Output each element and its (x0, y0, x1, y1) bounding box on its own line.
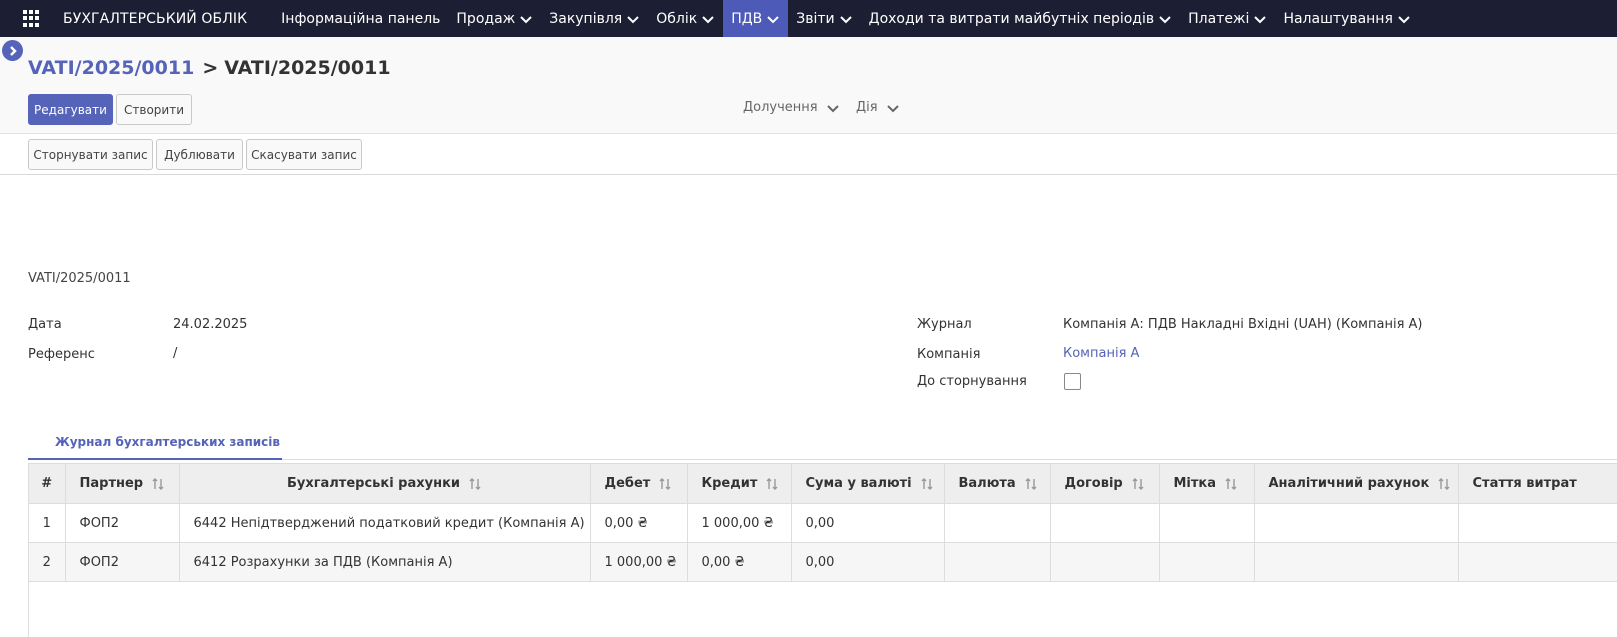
chevron-down-icon (1254, 15, 1267, 23)
cell-currency[interactable] (944, 503, 1051, 543)
cell-number: 2 (29, 542, 66, 582)
column-header-number: # (29, 463, 66, 504)
date-label: Дата (28, 317, 62, 332)
chevron-down-icon (627, 15, 639, 23)
table-row[interactable]: 2 ФОП2 6412 Розрахунки за ПДВ (Компанія … (29, 542, 1617, 582)
duplicate-button[interactable]: Дублювати (156, 139, 243, 170)
company-label: Компанія (917, 347, 981, 362)
cancel-entry-button[interactable]: Скасувати запис (246, 139, 362, 170)
cell-debit[interactable]: 0,00 ₴ (590, 503, 688, 543)
sort-icon (1025, 477, 1037, 490)
create-button[interactable]: Створити (116, 94, 192, 125)
breadcrumb-current: VATI/2025/0011 (224, 57, 391, 79)
sort-icon (766, 477, 778, 490)
column-header-label[interactable]: Мітка (1159, 463, 1255, 504)
action-dropdown[interactable]: Дія (856, 100, 900, 115)
chevron-down-icon (1159, 15, 1171, 23)
edit-button[interactable]: Редагувати (28, 94, 113, 125)
sort-icon (152, 477, 164, 490)
to-reverse-checkbox[interactable] (1064, 373, 1081, 390)
cell-analytic-account[interactable] (1254, 503, 1459, 543)
cell-analytic-account[interactable] (1254, 542, 1459, 582)
column-header-analytic-account[interactable]: Аналітичний рахунок (1254, 463, 1459, 504)
cell-contract[interactable] (1050, 542, 1160, 582)
cell-credit[interactable]: 0,00 ₴ (687, 542, 792, 582)
table-header-row: # Партнер Бухгалтерські рахунки Дебет Кр… (29, 463, 1617, 504)
cell-account[interactable]: 6442 Непідтверджений податковий кредит (… (179, 503, 591, 543)
company-link[interactable]: Компанія А (1063, 346, 1139, 361)
column-header-debit[interactable]: Дебет (590, 463, 688, 504)
table-row[interactable]: 1 ФОП2 6442 Непідтверджений податковий к… (29, 503, 1617, 543)
chevron-down-icon (1398, 15, 1410, 23)
menu-item-sales[interactable]: Продаж (448, 0, 541, 37)
control-panel (0, 37, 1617, 134)
cell-expense-item[interactable] (1458, 542, 1617, 582)
menu-item-settings[interactable]: Налаштування (1275, 0, 1418, 37)
column-header-accounts[interactable]: Бухгалтерські рахунки (179, 463, 591, 504)
column-header-partner[interactable]: Партнер (65, 463, 180, 504)
entry-reference-title: VATI/2025/0011 (28, 271, 131, 286)
breadcrumb-parent-link[interactable]: VATI/2025/0011 (28, 57, 194, 79)
column-header-contract[interactable]: Договір (1050, 463, 1160, 504)
tab-journal-items[interactable]: Журнал бухгалтерських записів (28, 425, 282, 460)
menu-item-payments[interactable]: Платежі (1180, 0, 1275, 37)
cell-label[interactable] (1159, 542, 1255, 582)
sort-icon (1132, 477, 1144, 490)
cell-amount-currency[interactable]: 0,00 (791, 542, 945, 582)
chevron-down-icon (702, 15, 714, 23)
sort-icon (469, 477, 481, 490)
column-header-credit[interactable]: Кредит (687, 463, 792, 504)
column-header-currency[interactable]: Валюта (944, 463, 1051, 504)
journal-label: Журнал (917, 317, 972, 332)
main-menu: Інформаційна панель Продаж Закупівля Обл… (273, 0, 1419, 37)
sort-icon (1438, 477, 1450, 490)
reverse-entry-button[interactable]: Сторнувати запис (28, 139, 153, 170)
cell-currency[interactable] (944, 542, 1051, 582)
reference-value[interactable]: / (173, 346, 177, 361)
chevron-down-icon (839, 15, 852, 23)
sidebar-toggle-icon[interactable] (2, 40, 23, 61)
column-header-expense-item[interactable]: Стаття витрат (1458, 463, 1617, 504)
to-reverse-label: До сторнування (917, 374, 1027, 389)
menu-item-deferred[interactable]: Доходи та витрати майбутніх періодів (861, 0, 1180, 37)
column-header-amount-currency[interactable]: Сума у валюті (791, 463, 945, 504)
sort-icon (659, 477, 671, 490)
attachments-dropdown[interactable]: Долучення (743, 100, 840, 115)
sort-icon (1225, 477, 1237, 490)
date-value[interactable]: 24.02.2025 (173, 317, 247, 332)
cell-number: 1 (29, 503, 66, 543)
reference-label: Референс (28, 347, 95, 362)
breadcrumb-separator: > (202, 57, 219, 79)
attachments-label: Долучення (743, 100, 818, 115)
journal-items-table: # Партнер Бухгалтерські рахунки Дебет Кр… (28, 463, 1617, 637)
cell-credit[interactable]: 1 000,00 ₴ (687, 503, 792, 543)
cell-expense-item[interactable] (1458, 503, 1617, 543)
action-label: Дія (856, 100, 878, 115)
menu-item-dashboard[interactable]: Інформаційна панель (273, 0, 448, 37)
breadcrumb: VATI/2025/0011 > VATI/2025/0011 (28, 57, 391, 79)
cell-debit[interactable]: 1 000,00 ₴ (590, 542, 688, 582)
app-brand[interactable]: БУХГАЛТЕРСЬКИЙ ОБЛІК (63, 11, 247, 27)
chevron-down-icon (767, 15, 779, 23)
cell-amount-currency[interactable]: 0,00 (791, 503, 945, 543)
cell-partner[interactable]: ФОП2 (65, 503, 180, 543)
cell-partner[interactable]: ФОП2 (65, 542, 180, 582)
top-navbar: БУХГАЛТЕРСЬКИЙ ОБЛІК Інформаційна панель… (0, 0, 1617, 37)
apps-grid-icon[interactable] (23, 10, 40, 27)
sort-icon (921, 477, 933, 490)
chevron-down-icon (520, 15, 532, 23)
menu-item-purchases[interactable]: Закупівля (541, 0, 648, 37)
chevron-down-icon (886, 104, 899, 112)
chevron-down-icon (826, 104, 839, 112)
menu-item-vat[interactable]: ПДВ (723, 0, 789, 37)
menu-item-reports[interactable]: Звіти (788, 0, 860, 37)
cell-account[interactable]: 6412 Розрахунки за ПДВ (Компанія А) (179, 542, 591, 582)
journal-value[interactable]: Компанія А: ПДВ Накладні Вхідні (UAH) (К… (1063, 317, 1422, 332)
menu-item-accounting[interactable]: Облік (648, 0, 723, 37)
cell-contract[interactable] (1050, 503, 1160, 543)
cell-label[interactable] (1159, 503, 1255, 543)
